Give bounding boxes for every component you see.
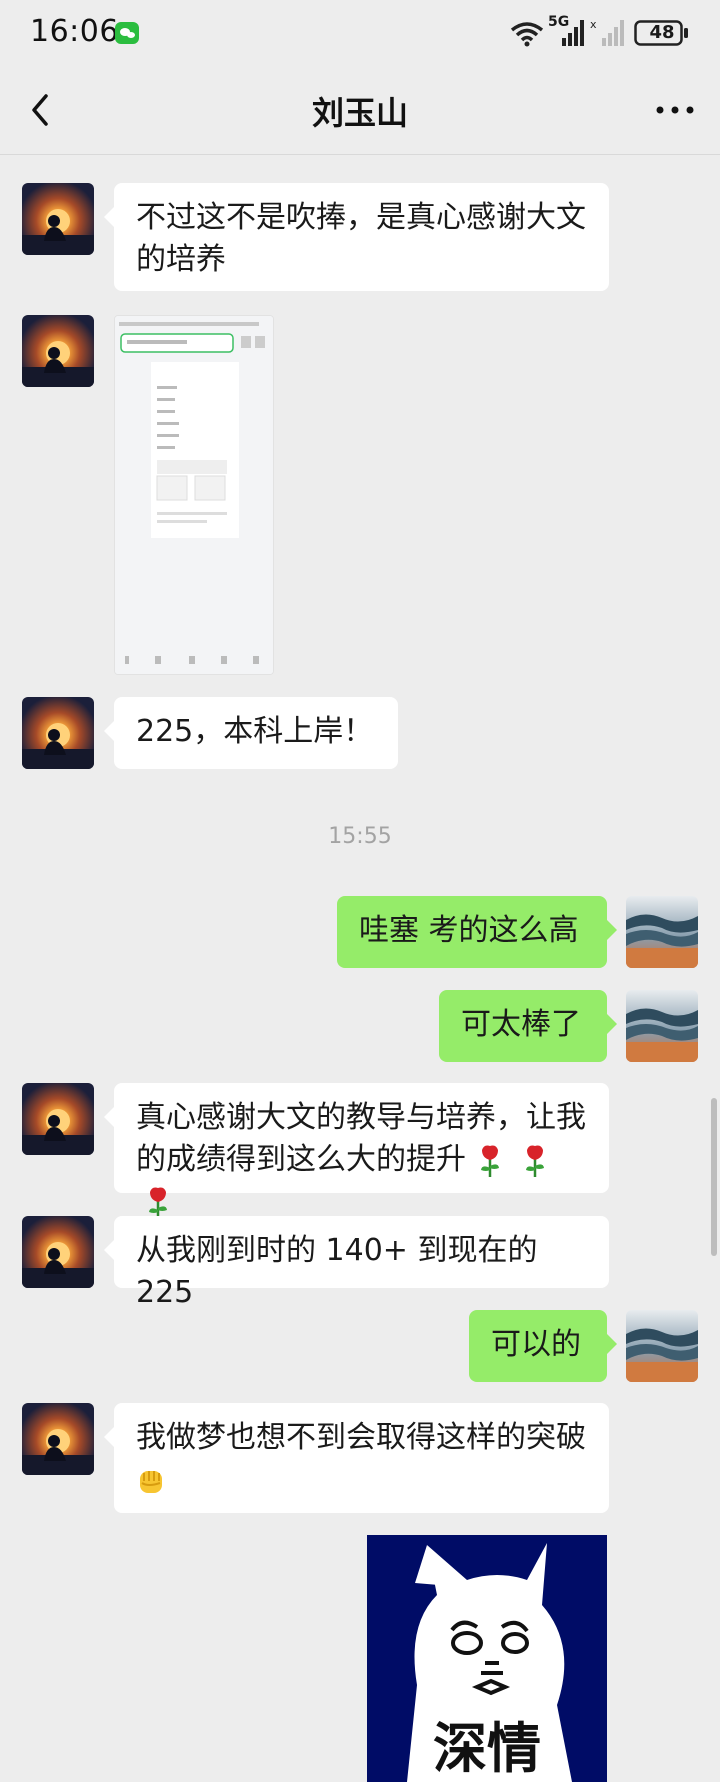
rose-icon	[149, 1187, 167, 1219]
image-message[interactable]	[114, 315, 274, 675]
message-text: 可以的	[491, 1327, 581, 1362]
avatar-contact[interactable]	[22, 1083, 94, 1155]
message-text: 可太棒了	[461, 1007, 581, 1042]
message-line: 的成绩得到这么大的提升	[136, 1139, 587, 1223]
timestamp: 15:55	[328, 824, 392, 849]
avatar-contact[interactable]	[22, 315, 94, 387]
battery-level: 48	[649, 22, 675, 43]
message-text: 的培养	[136, 242, 226, 277]
message-text: 从我刚到时的 140+ 到现在的 225	[136, 1233, 538, 1310]
signal-icon-no-sim: x	[590, 18, 624, 46]
chat-header: 刘玉山	[0, 66, 720, 155]
fist-icon	[140, 1470, 162, 1493]
chat-title: 刘玉山	[311, 94, 408, 132]
sticker-image: 深情	[367, 1535, 607, 1782]
avatar-contact[interactable]	[22, 697, 94, 769]
scrollbar[interactable]	[711, 1098, 717, 1256]
message-text: 不过这不是吹捧，是真心感谢大文	[136, 200, 586, 235]
message-text: 的成绩得到这么大的提升	[136, 1142, 466, 1177]
message-bubble[interactable]: 可以的	[469, 1310, 617, 1382]
network-label: 5G	[548, 14, 570, 30]
message-bubble[interactable]: 不过这不是吹捧，是真心感谢大文 的培养	[104, 183, 609, 291]
avatar-self[interactable]	[626, 896, 698, 968]
status-time: 16:06	[30, 14, 119, 49]
avatar-self[interactable]	[626, 990, 698, 1062]
avatar-contact[interactable]	[22, 183, 94, 255]
wifi-icon	[510, 22, 544, 47]
avatar-contact[interactable]	[22, 1216, 94, 1288]
message-text: 225，本科上岸！	[136, 714, 374, 749]
status-bar: 16:06 5G x 48	[0, 0, 720, 66]
message-text: 我做梦也想不到会取得这样的突破	[136, 1420, 586, 1455]
more-dots-icon[interactable]	[652, 92, 698, 128]
message-bubble[interactable]: 哇塞 考的这么高	[337, 896, 617, 968]
sticker-caption: 深情	[433, 1717, 541, 1780]
message-bubble[interactable]: 从我刚到时的 140+ 到现在的 225	[104, 1216, 609, 1310]
message-bubble[interactable]: 225，本科上岸！	[104, 697, 398, 769]
avatar-self[interactable]	[626, 1310, 698, 1382]
message-text: 哇塞 考的这么高	[359, 913, 579, 948]
rose-icon	[526, 1145, 545, 1177]
rose-icon	[480, 1145, 499, 1177]
sticker-message[interactable]: 深情	[367, 1535, 607, 1782]
message-text: 真心感谢大文的教导与培养，让我	[136, 1100, 586, 1135]
message-bubble[interactable]: 真心感谢大文的教导与培养，让我 的成绩得到这么大的提升	[104, 1083, 609, 1219]
avatar-contact[interactable]	[22, 1403, 94, 1475]
wechat-notification-icon	[115, 22, 139, 44]
screenshot-thumbnail	[115, 316, 273, 674]
message-bubble[interactable]: 可太棒了	[439, 990, 617, 1062]
message-bubble[interactable]: 我做梦也想不到会取得这样的突破	[104, 1403, 609, 1513]
svg-text:x: x	[590, 18, 597, 31]
